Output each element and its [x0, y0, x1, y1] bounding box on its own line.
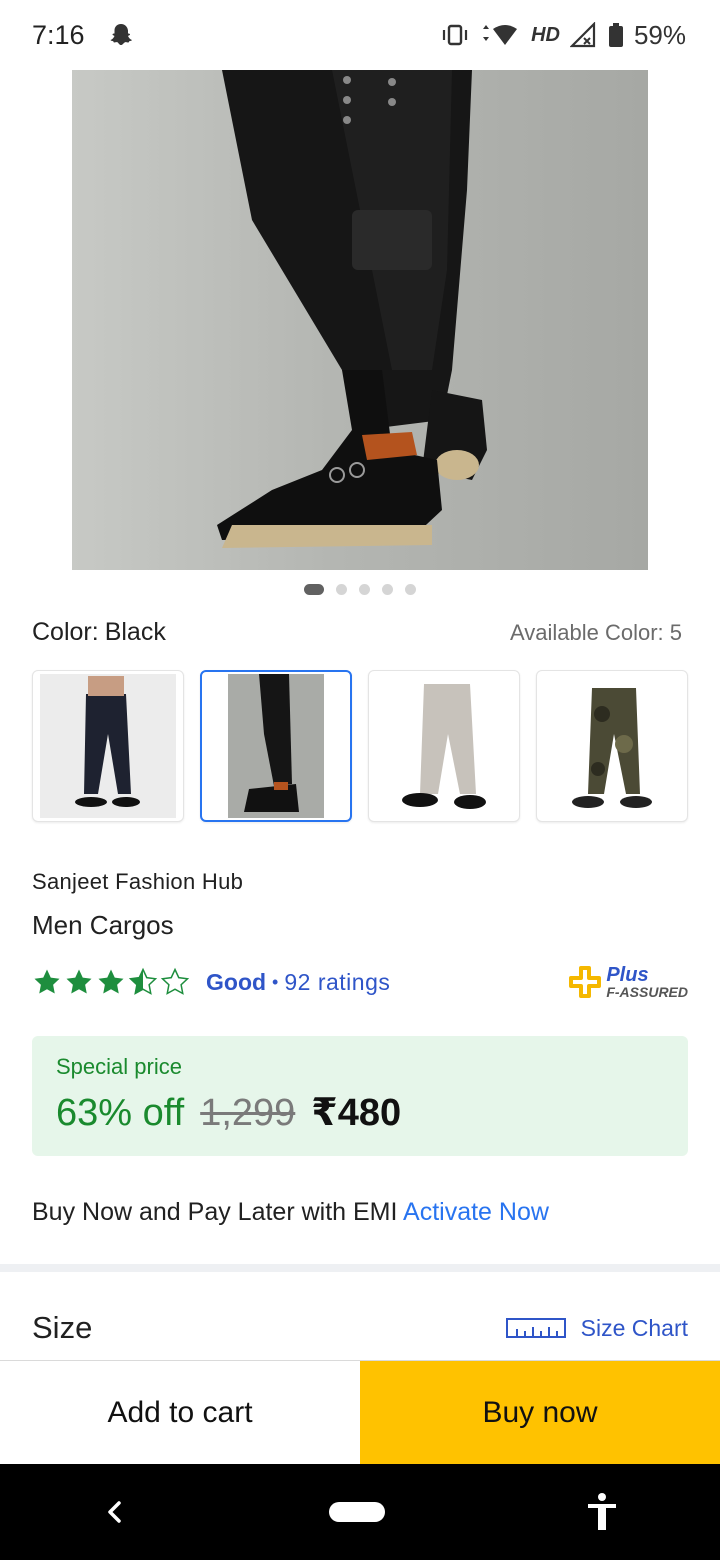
- action-bar: Add to cart Buy now: [0, 1360, 720, 1464]
- price-line: 63% off 1,299 ₹480: [56, 1090, 664, 1135]
- original-price: 1,299: [200, 1092, 296, 1134]
- emi-row: Buy Now and Pay Later with EMI Activate …: [32, 1198, 549, 1227]
- accessibility-icon[interactable]: [584, 1492, 620, 1532]
- star-filled-icon: [66, 969, 92, 994]
- swatch-image: [228, 674, 324, 818]
- back-icon[interactable]: [100, 1497, 130, 1527]
- available-colors: Available Color: 5: [509, 620, 682, 645]
- carousel-dot[interactable]: [336, 584, 347, 595]
- star-filled-icon: [98, 969, 124, 994]
- swatch-image: [540, 674, 684, 818]
- activate-now-link[interactable]: Activate Now: [403, 1198, 549, 1226]
- battery-percentage: 59%: [633, 19, 686, 50]
- star-half-icon: [128, 967, 158, 995]
- status-time: 7:16: [32, 19, 85, 50]
- price-box: Special price 63% off 1,299 ₹480: [32, 1036, 688, 1156]
- size-chart-label: Size Chart: [580, 1314, 688, 1341]
- swatch-image: [372, 674, 516, 818]
- size-row: Size Size Chart: [32, 1310, 688, 1346]
- system-nav-bar: [0, 1464, 720, 1560]
- size-chart-button[interactable]: Size Chart: [505, 1315, 688, 1342]
- color-label: Color:: [32, 618, 99, 646]
- section-divider: [0, 1264, 720, 1272]
- snapchat-icon: [110, 24, 132, 45]
- rating-count[interactable]: 92 ratings: [284, 969, 390, 996]
- product-title: Men Cargos: [32, 910, 174, 940]
- swatch-black-cargo-side[interactable]: [200, 670, 352, 822]
- swatch-grey-cargo[interactable]: [368, 670, 520, 822]
- size-title: Size: [32, 1310, 93, 1345]
- color-swatches: [32, 670, 688, 822]
- color-row: Color: Black Available Color: 5: [32, 618, 682, 647]
- discount-percent: 63% off: [56, 1092, 185, 1134]
- status-icons: HD 59%: [441, 20, 686, 51]
- plus-assured-badge: Plus F-ASSURED: [568, 965, 688, 999]
- carousel-dot[interactable]: [382, 584, 393, 595]
- special-price-label: Special price: [56, 1054, 182, 1079]
- product-photo: [217, 70, 487, 548]
- plus-assured-icon: [569, 966, 602, 998]
- carousel-dot[interactable]: [405, 584, 416, 595]
- add-to-cart-button[interactable]: Add to cart: [0, 1361, 360, 1464]
- status-bar: 7:16 HD 59%: [0, 0, 720, 70]
- plus-label: Plus: [606, 964, 649, 986]
- star-rating[interactable]: [32, 967, 190, 997]
- fassured-label: F-ASSURED: [606, 984, 688, 1000]
- home-button[interactable]: [328, 1502, 385, 1522]
- battery-icon: [608, 23, 623, 47]
- rating-row: Good • 92 ratings Plus F-ASSURED: [32, 962, 688, 1002]
- carousel-dot[interactable]: [359, 584, 370, 595]
- carousel-dots: [0, 584, 720, 595]
- network-label: HD: [531, 23, 560, 46]
- cell-signal-icon: [569, 22, 596, 48]
- buy-now-button[interactable]: Buy now: [360, 1361, 720, 1464]
- swatch-camo-cargo[interactable]: [536, 670, 688, 822]
- seller-name[interactable]: Sanjeet Fashion Hub: [32, 869, 243, 895]
- vibrate-icon: [442, 24, 468, 46]
- rating-label[interactable]: Good: [206, 969, 266, 996]
- emi-text: Buy Now and Pay Later with EMI: [32, 1198, 404, 1226]
- ruler-icon: [505, 1318, 566, 1338]
- product-image[interactable]: [72, 70, 648, 570]
- star-filled-icon: [34, 969, 60, 994]
- wifi-icon: [483, 25, 518, 45]
- swatch-black-cargo[interactable]: [32, 670, 184, 822]
- final-price: ₹480: [311, 1092, 402, 1134]
- color-value: Black: [104, 618, 166, 646]
- star-empty-icon: [160, 967, 190, 995]
- swatch-image: [40, 674, 176, 818]
- carousel-dot[interactable]: [304, 584, 324, 595]
- rating-separator: •: [272, 971, 279, 992]
